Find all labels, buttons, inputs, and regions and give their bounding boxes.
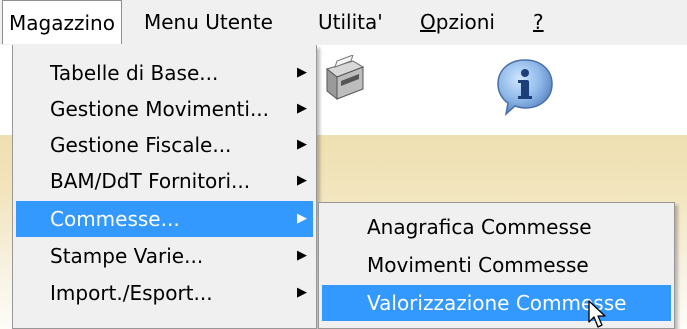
menu-magazzino-label: Magazzino [9,11,115,35]
triangle-right-icon: ▶ [297,101,307,116]
menu-item-label: Stampe Varie... [50,244,204,268]
menu-item-tabelle-di-base[interactable]: Tabelle di Base... ▶ [16,55,313,91]
submenu-item-anagrafica-commesse[interactable]: Anagrafica Commesse [322,209,671,245]
menu-bar: Magazzino Menu Utente Utilita' Opzioni ? [0,0,687,45]
info-icon[interactable] [494,56,556,118]
menu-menu-utente[interactable]: Menu Utente [138,0,279,44]
mouse-pointer-icon [588,300,606,328]
triangle-right-icon: ▶ [297,173,307,188]
menu-item-gestione-fiscale[interactable]: Gestione Fiscale... ▶ [16,127,313,163]
menu-item-label: Tabelle di Base... [50,61,219,85]
triangle-right-icon: ▶ [297,137,307,152]
menu-utilita-label: Utilita' [318,10,383,34]
triangle-right-icon: ▶ [297,248,307,263]
triangle-right-icon: ▶ [297,285,307,300]
menu-item-label: Gestione Fiscale... [50,133,232,157]
menu-item-bam-ddt-fornitori[interactable]: BAM/DdT Fornitori... ▶ [16,163,313,199]
submenu-item-movimenti-commesse[interactable]: Movimenti Commesse [322,247,671,283]
magazzino-dropdown: Tabelle di Base... ▶ Gestione Movimenti.… [12,45,317,329]
menu-opzioni-label: pzioni [435,10,495,34]
menu-menu-utente-label: Menu Utente [144,10,273,34]
menu-opzioni[interactable]: Opzioni [414,0,501,44]
menu-utilita[interactable]: Utilita' [312,0,389,44]
menu-item-stampe-varie[interactable]: Stampe Varie... ▶ [16,238,313,274]
menu-help[interactable]: ? [527,0,550,44]
menu-item-label: Gestione Movimenti... [50,97,270,121]
triangle-right-icon: ▶ [297,211,307,226]
menu-item-commesse[interactable]: Commesse... ▶ [16,201,313,237]
submenu-item-label: Anagrafica Commesse [367,215,592,239]
menu-item-import-esport[interactable]: Import./Esport... ▶ [16,275,313,311]
commesse-submenu: Anagrafica Commesse Movimenti Commesse V… [318,202,675,329]
menu-item-gestione-movimenti[interactable]: Gestione Movimenti... ▶ [16,91,313,127]
triangle-right-icon: ▶ [297,65,307,80]
printer-icon[interactable] [323,55,365,101]
submenu-item-label: Movimenti Commesse [367,253,589,277]
menu-item-label: Import./Esport... [50,281,213,305]
menu-item-label: Commesse... [50,207,180,231]
submenu-item-valorizzazione-commesse[interactable]: Valorizzazione Commesse [322,285,671,321]
menu-magazzino[interactable]: Magazzino [2,0,122,44]
menu-help-label: ? [533,10,544,34]
menu-opzioni-mnemonic: O [420,10,436,34]
menu-item-label: BAM/DdT Fornitori... [50,169,251,193]
